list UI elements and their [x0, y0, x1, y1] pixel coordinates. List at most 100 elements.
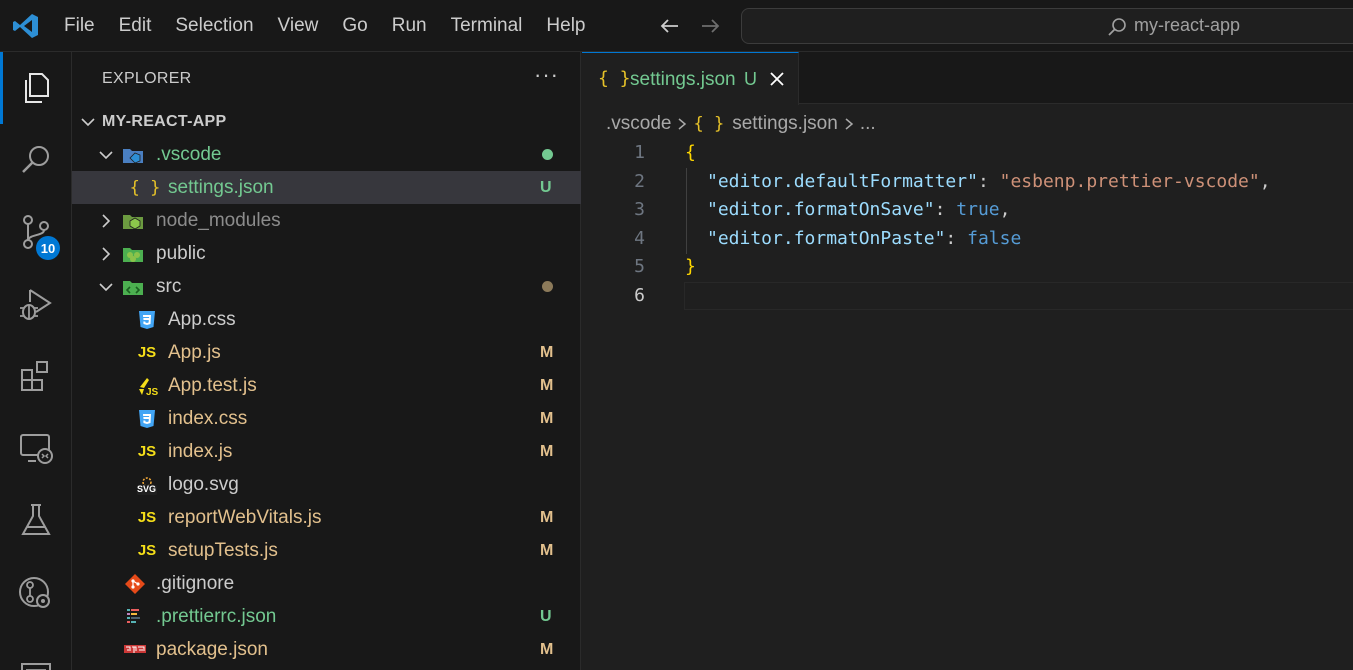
chevron-down-icon	[99, 282, 113, 291]
tree-root[interactable]: MY-REACT-APP	[72, 105, 581, 138]
code-line: 2 "editor.defaultFormatter": "esbenp.pre…	[582, 168, 1353, 197]
tree-row-report-web-vitals-js[interactable]: JS reportWebVitals.js M	[72, 501, 581, 534]
tab-git-status: U	[744, 69, 757, 89]
code-line: 3 "editor.formatOnSave": true,	[582, 196, 1353, 225]
tree-row-vscode[interactable]: .vscode	[72, 138, 581, 171]
tree-row-package-json[interactable]: package.json M	[72, 633, 581, 666]
tree-label: settings.json	[168, 176, 274, 198]
node-folder-icon	[122, 210, 144, 232]
activity-bar: 10	[0, 52, 72, 670]
activity-testing[interactable]	[0, 484, 72, 556]
file-tree: MY-REACT-APP .vscode { } settings.json U…	[72, 105, 581, 666]
chevron-right-icon	[679, 118, 687, 130]
tree-row-src[interactable]: src	[72, 270, 581, 303]
tree-row-gitignore[interactable]: .gitignore	[72, 567, 581, 600]
tree-row-prettierrc-json[interactable]: .prettierrc.json U	[72, 600, 581, 633]
panel-icon	[21, 663, 51, 670]
tree-row-node-modules[interactable]: node_modules	[72, 204, 581, 237]
tree-row-public[interactable]: public	[72, 237, 581, 270]
activity-extensions[interactable]	[0, 340, 72, 412]
menu-help[interactable]: Help	[534, 0, 597, 52]
npm-file-icon	[124, 639, 146, 661]
chevron-right-icon	[845, 118, 853, 130]
js-file-icon: JS	[137, 509, 157, 526]
explorer-title: EXPLORER	[102, 70, 192, 87]
tree-row-logo-svg[interactable]: SVG logo.svg	[72, 468, 581, 501]
chevron-right-icon	[102, 246, 111, 261]
menu-edit[interactable]: Edit	[107, 0, 164, 52]
breadcrumb-file[interactable]: settings.json	[732, 113, 838, 135]
vscode-folder-icon	[122, 144, 144, 166]
menu-terminal[interactable]: Terminal	[439, 0, 535, 52]
tree-label: src	[156, 275, 182, 297]
tree-row-app-test-js[interactable]: JS App.test.js M	[72, 369, 581, 402]
menu-go[interactable]: Go	[330, 0, 379, 52]
css-file-icon	[136, 408, 158, 430]
close-icon[interactable]	[768, 70, 786, 88]
activity-source-control[interactable]: 10	[0, 196, 72, 268]
arrow-right-icon[interactable]	[696, 12, 724, 40]
tree-row-setup-tests-js[interactable]: JS setupTests.js M	[72, 534, 581, 567]
code-line-current: 6	[582, 281, 1353, 311]
src-folder-icon	[122, 276, 144, 298]
code-text: "editor.formatOnSave": true,	[707, 199, 1011, 221]
tree-label: App.test.js	[168, 374, 257, 396]
prettier-file-icon	[124, 606, 146, 628]
menu-file[interactable]: File	[52, 0, 107, 52]
activity-git-graph[interactable]	[0, 556, 72, 628]
git-file-icon	[124, 573, 146, 595]
js-file-icon: JS	[137, 443, 157, 460]
command-center-search[interactable]: my-react-app	[741, 8, 1353, 44]
editor-area: { } settings.json U .vscode { } settings…	[582, 52, 1353, 670]
git-status-badge: M	[540, 376, 554, 394]
tree-row-index-css[interactable]: index.css M	[72, 402, 581, 435]
tree-row-settings-json[interactable]: { } settings.json U	[72, 171, 581, 204]
root-folder-label: MY-REACT-APP	[102, 112, 227, 130]
more-actions-icon[interactable]: ···	[534, 62, 559, 88]
explorer-sidebar: EXPLORER ··· MY-REACT-APP .vscode { } se…	[72, 52, 581, 670]
tree-label: .gitignore	[156, 572, 235, 594]
menu-selection[interactable]: Selection	[163, 0, 265, 52]
activity-explorer[interactable]	[0, 52, 72, 124]
line-number: 6	[634, 284, 645, 306]
git-status-badge: M	[540, 541, 554, 559]
public-folder-icon	[122, 243, 144, 265]
modified-dot-icon	[542, 281, 553, 292]
line-number: 3	[634, 199, 645, 221]
line-number: 4	[634, 227, 645, 249]
arrow-left-icon[interactable]	[656, 12, 684, 40]
activity-panel[interactable]	[0, 628, 72, 670]
activity-remote-explorer[interactable]	[0, 412, 72, 484]
code-text: "editor.defaultFormatter": "esbenp.prett…	[707, 170, 1271, 192]
breadcrumb-folder[interactable]: .vscode	[606, 113, 671, 135]
menu-view[interactable]: View	[266, 0, 331, 52]
test-js-file-icon: JS	[136, 375, 158, 397]
breadcrumb-more[interactable]: ...	[860, 113, 876, 135]
code-line: 4 "editor.formatOnPaste": false	[582, 225, 1353, 254]
command-center-label: my-react-app	[1134, 15, 1241, 35]
css-file-icon	[136, 309, 158, 331]
tab-settings-json[interactable]: { } settings.json U	[582, 52, 799, 105]
activity-search[interactable]	[0, 124, 72, 196]
tree-label: App.css	[168, 308, 236, 330]
extensions-icon	[21, 361, 48, 391]
code-editor[interactable]: 1 { 2 "editor.defaultFormatter": "esbenp…	[582, 139, 1353, 311]
tree-row-app-js[interactable]: JS App.js M	[72, 336, 581, 369]
testing-icon	[21, 504, 51, 535]
git-status-badge: M	[540, 343, 554, 361]
menu-bar: File Edit Selection View Go Run Terminal…	[52, 0, 598, 52]
tree-row-app-css[interactable]: App.css	[72, 303, 581, 336]
chevron-down-icon	[81, 117, 95, 126]
menu-run[interactable]: Run	[380, 0, 439, 52]
svg-text:JS: JS	[146, 387, 158, 397]
activity-run-debug[interactable]	[0, 268, 72, 340]
tree-row-index-js[interactable]: JS index.js M	[72, 435, 581, 468]
code-text: "editor.formatOnPaste": false	[707, 227, 1022, 249]
tree-label: setupTests.js	[168, 539, 278, 561]
tree-label: .prettierrc.json	[156, 605, 277, 627]
tree-label: package.json	[156, 638, 268, 660]
line-number: 1	[634, 142, 645, 163]
run-debug-icon	[20, 289, 52, 320]
tree-label: index.js	[168, 440, 233, 462]
source-control-badge: 10	[36, 236, 60, 260]
